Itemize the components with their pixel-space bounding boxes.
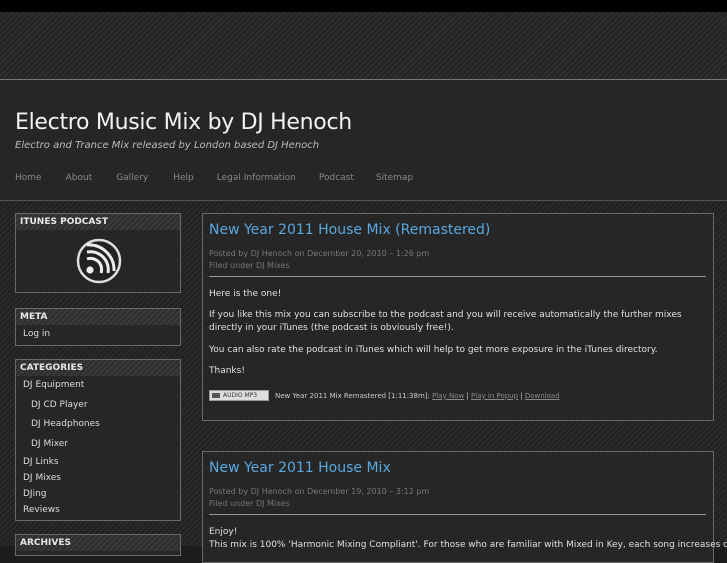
post-1-meta: Posted by DJ Henoch on December 20, 2010… xyxy=(209,249,430,258)
play-now-link[interactable]: Play Now xyxy=(432,392,464,400)
post-1-divider xyxy=(209,276,706,277)
post-1-paragraph-2: If you like this mix you can subscribe t… xyxy=(209,310,682,333)
post-1-paragraph-4: Thanks! xyxy=(209,366,245,376)
post-2-filed: Filed under DJ Mixes xyxy=(209,499,290,508)
category-dj-links[interactable]: DJ Links xyxy=(16,454,180,470)
speaker-icon xyxy=(212,393,220,398)
widget-title-meta: META xyxy=(16,309,180,325)
widget-meta: META Log in xyxy=(15,308,181,346)
play-in-popup-link[interactable]: Play in Popup xyxy=(471,392,518,400)
nav-help[interactable]: Help xyxy=(173,173,194,187)
post-1: New Year 2011 House Mix (Remastered) Pos… xyxy=(202,213,714,421)
post-1-paragraph-1: Here is the one! xyxy=(209,289,282,299)
audio-player-row: AUDIO MP3 New Year 2011 Mix Remastered [… xyxy=(209,390,560,401)
category-dj-mixes[interactable]: DJ Mixes xyxy=(16,470,180,486)
post-1-filed: Filed under DJ Mixes xyxy=(209,261,290,270)
post-1-title[interactable]: New Year 2011 House Mix (Remastered) xyxy=(209,222,490,238)
rss-feed-icon[interactable] xyxy=(76,238,122,284)
top-bar xyxy=(0,0,727,12)
nav-home[interactable]: Home xyxy=(15,173,42,187)
category-reviews[interactable]: Reviews xyxy=(16,502,180,518)
site-description: Electro and Trance Mix released by Londo… xyxy=(15,140,320,151)
post-2: New Year 2011 House Mix Posted by DJ Hen… xyxy=(202,451,727,563)
log-in-link[interactable]: Log in xyxy=(16,325,180,343)
header-banner xyxy=(0,12,727,80)
widget-archives: ARCHIVES xyxy=(15,534,181,556)
category-dj-mixer[interactable]: DJ Mixer xyxy=(16,435,180,455)
category-djing[interactable]: DJing xyxy=(16,486,180,502)
widget-categories: CATEGORIES DJ Equipment DJ CD Player DJ … xyxy=(15,359,181,521)
nav-gallery[interactable]: Gallery xyxy=(116,173,148,187)
nav-sitemap[interactable]: Sitemap xyxy=(376,173,413,187)
widget-title-categories: CATEGORIES xyxy=(16,360,180,376)
post-2-title[interactable]: New Year 2011 House Mix xyxy=(209,460,391,476)
post-2-divider xyxy=(209,514,706,515)
nav-legal-information[interactable]: Legal Information xyxy=(217,173,296,187)
audio-badge-label: AUDIO MP3 xyxy=(223,392,258,399)
widget-itunes-podcast: ITUNES PODCAST xyxy=(15,213,181,293)
post-2-paragraph-2: This mix is 100% 'Harmonic Mixing Compli… xyxy=(209,540,727,550)
category-dj-cd-player[interactable]: DJ CD Player xyxy=(16,396,180,416)
site-title[interactable]: Electro Music Mix by DJ Henoch xyxy=(15,110,352,135)
post-1-paragraph-3: You can also rate the podcast in iTunes … xyxy=(209,345,658,355)
widget-title-itunes: ITUNES PODCAST xyxy=(16,214,180,230)
audio-label: New Year 2011 Mix Remastered [1:11:38m]: xyxy=(275,391,430,400)
nav-about[interactable]: About xyxy=(66,173,93,187)
nav-podcast[interactable]: Podcast xyxy=(319,173,354,187)
widget-title-archives: ARCHIVES xyxy=(16,535,180,551)
post-2-paragraph-1: Enjoy! xyxy=(209,527,238,537)
category-dj-equipment[interactable]: DJ Equipment xyxy=(16,376,180,396)
post-2-meta: Posted by DJ Henoch on December 19, 2010… xyxy=(209,487,430,496)
main-nav: Home About Gallery Help Legal Informatio… xyxy=(15,173,439,187)
audio-player-badge[interactable]: AUDIO MP3 xyxy=(209,390,269,401)
category-dj-headphones[interactable]: DJ Headphones xyxy=(16,415,180,435)
download-link[interactable]: Download xyxy=(525,392,560,400)
